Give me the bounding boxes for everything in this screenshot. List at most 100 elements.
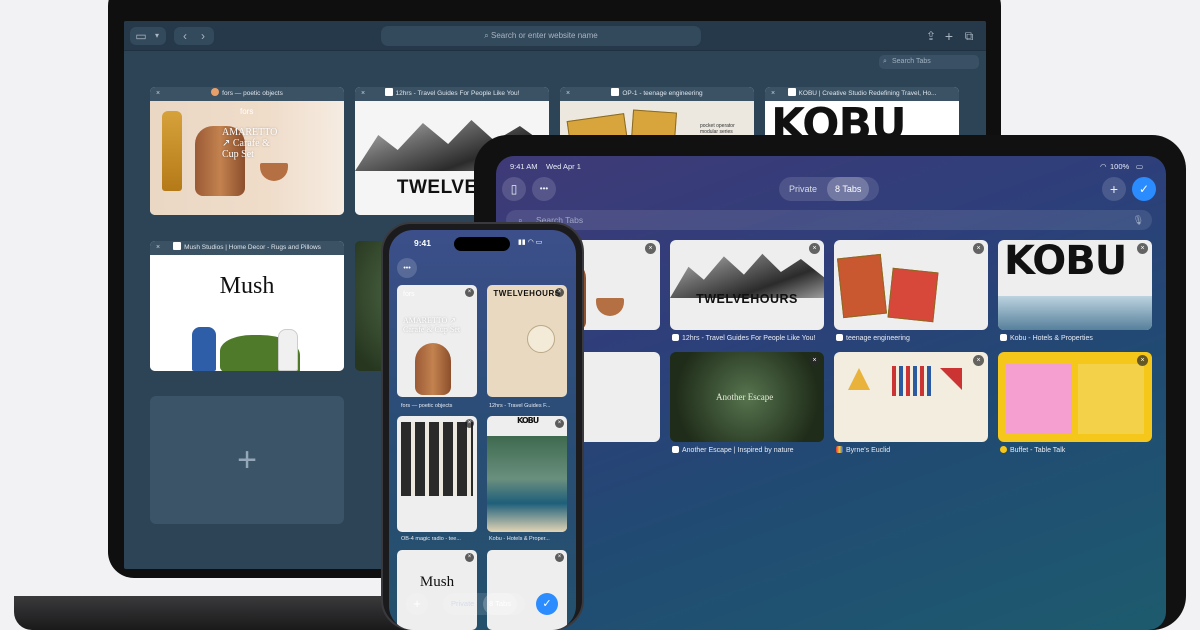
tab-card-label-text: Buffet - Table Talk bbox=[1010, 447, 1066, 454]
tab-card-buffet[interactable]: × bbox=[998, 352, 1152, 442]
close-icon[interactable]: × bbox=[771, 87, 775, 101]
device-image bbox=[836, 253, 888, 319]
checkmark-icon: ✓ bbox=[1138, 182, 1150, 196]
done-button[interactable]: ✓ bbox=[536, 593, 558, 615]
close-icon[interactable]: × bbox=[465, 553, 474, 562]
sidebar-toggle-button[interactable]: ▭ ▾ bbox=[130, 27, 166, 45]
search-icon: ⌕ bbox=[883, 58, 887, 65]
close-icon[interactable]: × bbox=[645, 243, 656, 254]
close-icon[interactable]: × bbox=[1137, 243, 1148, 254]
tab-card-header: × fors — poetic objects bbox=[150, 87, 344, 101]
close-icon[interactable]: × bbox=[156, 87, 160, 101]
tab-card-mush[interactable]: Mush × bbox=[397, 550, 477, 630]
wifi-icon: ◠ bbox=[1100, 162, 1107, 171]
close-icon[interactable]: × bbox=[973, 355, 984, 366]
dynamic-island bbox=[454, 237, 510, 251]
address-bar[interactable]: ⌕ Search or enter website name bbox=[381, 26, 701, 46]
tab-card-byrnes-euclid[interactable]: × bbox=[834, 352, 988, 442]
tab-thumbnail: fors AMARETTO ↗ Carafe & Cup Set bbox=[150, 101, 344, 215]
close-icon[interactable]: × bbox=[465, 419, 474, 428]
status-date: Wed Apr 1 bbox=[546, 162, 581, 171]
private-tab-toggle[interactable]: Private bbox=[789, 177, 817, 201]
status-time: 9:41 AM bbox=[510, 162, 538, 171]
close-icon[interactable]: × bbox=[361, 87, 365, 101]
tab-card-label: OB-4 magic radio - tee... bbox=[401, 536, 461, 542]
tab-card-label: Buffet - Table Talk bbox=[1000, 446, 1160, 454]
tab-card-header: × OP-1 - teenage engineering bbox=[560, 87, 754, 101]
close-icon[interactable]: × bbox=[1137, 355, 1148, 366]
mountain-image bbox=[670, 253, 824, 298]
tab-card-kobu[interactable]: KOBU × bbox=[998, 240, 1152, 330]
vase-image bbox=[415, 343, 451, 395]
more-button[interactable]: ••• bbox=[397, 258, 417, 278]
back-button[interactable]: ‹ bbox=[178, 27, 192, 45]
thumb-wordmark: TWELVEHOURS bbox=[696, 292, 798, 306]
tabs-count-toggle[interactable]: 8 Tabs bbox=[827, 177, 870, 201]
new-tab-button[interactable]: + bbox=[1102, 177, 1126, 201]
close-icon[interactable]: × bbox=[555, 288, 564, 297]
tab-group-switcher: Private 8 Tabs bbox=[443, 593, 525, 615]
favicon-icon bbox=[836, 334, 843, 341]
tab-card-fors[interactable]: × fors — poetic objects fors AMARETTO ↗ … bbox=[150, 87, 344, 215]
close-icon[interactable]: × bbox=[809, 355, 820, 366]
new-tab-button[interactable]: + bbox=[406, 593, 428, 615]
private-tab-toggle[interactable]: Private bbox=[451, 593, 474, 615]
lamp-image bbox=[527, 325, 555, 353]
search-tabs-field[interactable]: ⌕ Search Tabs bbox=[879, 55, 979, 69]
tab-card-another-escape[interactable]: × bbox=[487, 550, 567, 630]
tab-card-kobu[interactable]: KOBU × bbox=[487, 416, 567, 532]
tabs-count-toggle[interactable]: 8 Tabs bbox=[483, 593, 517, 615]
more-button[interactable]: ••• bbox=[532, 177, 556, 201]
close-icon[interactable]: × bbox=[465, 288, 474, 297]
ellipsis-icon: ••• bbox=[403, 265, 411, 272]
done-button[interactable]: ✓ bbox=[1132, 177, 1156, 201]
favicon-icon bbox=[1000, 446, 1007, 453]
thumb-wordmark: KOBU bbox=[517, 416, 539, 425]
thumb-title: Another Escape bbox=[716, 392, 774, 402]
plus-icon: + bbox=[1109, 181, 1119, 197]
tab-card-12hrs[interactable]: TWELVEHOURS × bbox=[487, 285, 567, 397]
tab-card-another-escape[interactable]: Another Escape × bbox=[670, 352, 824, 442]
person-image bbox=[192, 327, 216, 371]
resort-image bbox=[487, 436, 567, 532]
favicon-icon bbox=[672, 446, 679, 453]
microphone-icon[interactable]: 🎙 bbox=[1133, 210, 1144, 230]
thumb-wordmark: KOBU bbox=[1004, 240, 1127, 284]
favicon-icon bbox=[384, 88, 393, 96]
new-tab-button[interactable]: + bbox=[942, 27, 956, 45]
sidebar-button[interactable]: ▯ bbox=[502, 177, 526, 201]
thumb-caption: pocket operator modular series bbox=[700, 123, 735, 135]
add-tab-group-button[interactable]: + bbox=[150, 396, 344, 524]
tab-card-label: Kobu - Hotels & Properties bbox=[1000, 334, 1160, 342]
thumb-title: AMARETTO ↗ Carafe & Cup Set bbox=[222, 127, 278, 160]
chevron-down-icon: ▾ bbox=[154, 31, 159, 40]
bottle-image bbox=[162, 111, 182, 191]
search-tabs-field[interactable]: ⌕ Search Tabs 🎙 bbox=[506, 210, 1152, 230]
sidebar-icon: ▯ bbox=[510, 182, 518, 196]
tab-card-12hrs[interactable]: TWELVEHOURS × bbox=[670, 240, 824, 330]
tab-card-mush[interactable]: × Mush Studios | Home Decor - Rugs and P… bbox=[150, 241, 344, 371]
close-icon[interactable]: × bbox=[566, 87, 570, 101]
close-icon[interactable]: × bbox=[809, 243, 820, 254]
status-time: 9:41 bbox=[414, 238, 432, 248]
safari-toolbar: ▭ ▾ ‹ › ⌕ Search or enter website name ⇪… bbox=[124, 21, 986, 51]
checkmark-icon: ✓ bbox=[542, 598, 552, 610]
tab-card-fors[interactable]: fors AMARETTO ↗ Carafe & Cup Set × bbox=[397, 285, 477, 397]
close-icon[interactable]: × bbox=[555, 419, 564, 428]
share-button[interactable]: ⇪ bbox=[924, 27, 938, 45]
tab-card-label: Another Escape | Inspired by nature bbox=[672, 446, 832, 454]
forward-button[interactable]: › bbox=[196, 27, 210, 45]
tab-card-ob4[interactable]: × bbox=[397, 416, 477, 532]
favicon-icon bbox=[1000, 334, 1007, 341]
close-icon[interactable]: × bbox=[973, 243, 984, 254]
tab-overview-button[interactable]: ⧉ bbox=[962, 27, 976, 45]
tab-card-label: fors — poetic objects bbox=[401, 403, 453, 409]
tab-card-teenage-engineering[interactable]: × bbox=[834, 240, 988, 330]
tab-card-label-text: Another Escape | Inspired by nature bbox=[682, 447, 794, 454]
close-icon[interactable]: × bbox=[156, 241, 160, 255]
coast-image bbox=[998, 296, 1152, 330]
thumb-logo: fors bbox=[403, 291, 415, 298]
plus-icon: + bbox=[413, 596, 421, 611]
close-icon[interactable]: × bbox=[555, 553, 564, 562]
illustration-image bbox=[1006, 364, 1072, 434]
